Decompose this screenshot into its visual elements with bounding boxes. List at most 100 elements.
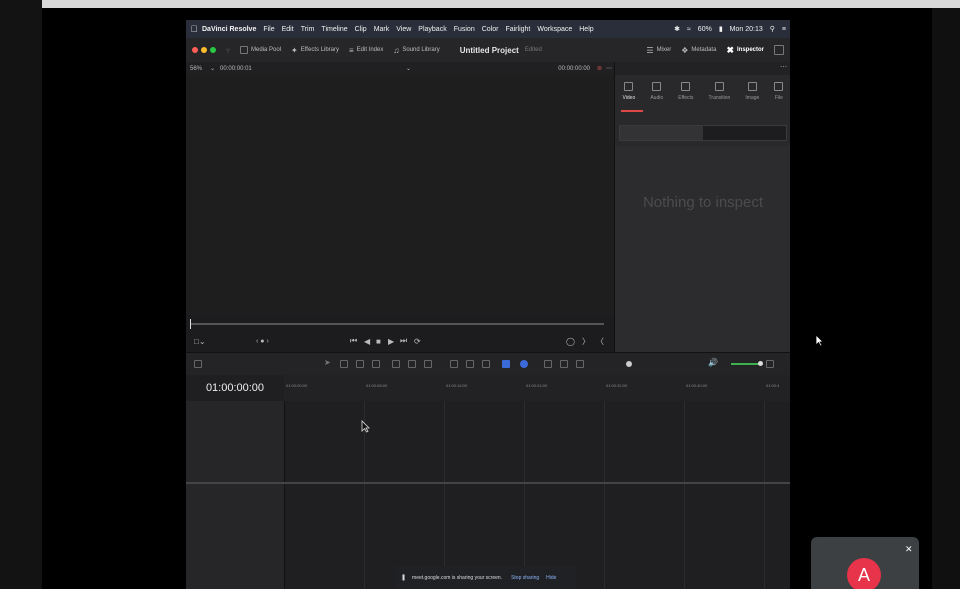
timeline-view-icon[interactable] (194, 360, 202, 368)
menu-workspace[interactable]: Workspace (537, 26, 572, 33)
trim-tool-icon[interactable] (340, 360, 348, 368)
menu-help[interactable]: Help (579, 26, 593, 33)
mark-out-icon[interactable]: 〈 (596, 336, 604, 347)
mixer-button[interactable]: ☰ Mixer (646, 46, 671, 55)
dynamic-trim-icon[interactable] (356, 360, 364, 368)
inspector-more-icon[interactable]: ⋯ (780, 63, 787, 71)
stop-sharing-button[interactable]: Stop sharing (508, 573, 542, 583)
menu-mark[interactable]: Mark (374, 26, 390, 33)
metadata-button[interactable]: ❖ Metadata (681, 46, 716, 55)
playhead[interactable] (190, 319, 191, 329)
battery-icon[interactable]: ▮ (719, 25, 723, 33)
clock[interactable]: Mon 20:13 (730, 26, 763, 33)
zoom-full-icon[interactable] (544, 360, 552, 368)
menu-fairlight[interactable]: Fairlight (505, 26, 530, 33)
effects-library-button[interactable]: ✦ Effects Library (291, 46, 339, 55)
mac-menubar:  DaVinci Resolve File Edit Trim Timelin… (186, 20, 790, 38)
tab-file[interactable]: File (774, 82, 784, 112)
sound-library-button[interactable]: ♫ Sound Library (393, 46, 439, 55)
go-to-start-icon[interactable]: ⏮ (350, 336, 357, 346)
zoom-custom-icon[interactable] (576, 360, 584, 368)
play-icon[interactable]: ▶ (388, 337, 394, 346)
play-reverse-icon[interactable]: ◀ (364, 337, 370, 346)
participant-tile[interactable]: ✕ A (811, 537, 919, 589)
audio-track-header[interactable] (186, 484, 285, 589)
timeline-ruler[interactable]: 01:00:00:00 01:00:08:00 01:00:16:00 01:0… (284, 375, 790, 402)
tab-transition[interactable]: Transition (709, 82, 730, 112)
inspector-button[interactable]: ✖ Inspector (726, 45, 764, 56)
expand-icon[interactable] (774, 45, 784, 55)
media-pool-button[interactable]: Media Pool (240, 46, 281, 54)
clip-dropdown-icon[interactable]: ⌄ (406, 65, 411, 72)
inspector-header: ⋯ (615, 62, 790, 75)
video-track-header[interactable] (186, 401, 285, 482)
minimize-window-button[interactable] (201, 47, 207, 53)
stop-icon[interactable]: ■ (376, 337, 381, 346)
grid-line (684, 484, 685, 589)
jog-control-icon[interactable]: ‹ ● › (256, 338, 269, 345)
control-center-icon[interactable]: ≡ (782, 26, 786, 33)
file-icon (774, 82, 784, 91)
menu-fusion[interactable]: Fusion (454, 26, 475, 33)
selection-pointer-icon[interactable]: ➤ (324, 358, 332, 367)
tab-effects[interactable]: Effects (678, 82, 693, 112)
filter-icon[interactable]: ▿ (226, 46, 230, 55)
menu-clip[interactable]: Clip (355, 26, 367, 33)
tab-video[interactable]: Video (623, 82, 635, 112)
zoom-detail-icon[interactable] (560, 360, 568, 368)
timeline-timecode[interactable]: 01:00:00:00 (186, 375, 284, 401)
lock-icon[interactable] (482, 360, 490, 368)
effects-wand-icon: ✦ (291, 45, 298, 55)
menu-edit[interactable]: Edit (282, 26, 294, 33)
video-viewer[interactable] (186, 75, 614, 315)
metadata-label: Metadata (691, 47, 717, 53)
audio-meter-icon[interactable] (766, 360, 774, 368)
battery-level[interactable]: 60% (698, 26, 712, 33)
menu-view[interactable]: View (396, 26, 411, 33)
apple-icon[interactable]:  (186, 24, 202, 34)
wifi-icon[interactable]: ≈ (687, 26, 691, 33)
match-frame-icon[interactable]: ◯ (566, 337, 575, 346)
flag-icon[interactable] (502, 360, 510, 368)
hide-button[interactable]: Hide (546, 575, 556, 581)
volume-slider[interactable] (731, 363, 759, 365)
blade-tool-icon[interactable] (372, 360, 380, 368)
menu-color[interactable]: Color (482, 26, 499, 33)
tab-image[interactable]: Image (745, 82, 759, 112)
viewer-timecode-right: 00:00:00:00 (558, 65, 590, 72)
ruler-label: 01:00:24:00 (526, 383, 548, 388)
menu-timeline[interactable]: Timeline (321, 26, 347, 33)
menu-playback[interactable]: Playback (418, 26, 446, 33)
insert-clip-icon[interactable] (392, 360, 400, 368)
bluetooth-icon[interactable]: ✱ (674, 25, 680, 33)
ruler-label: 01:00:32:00 (606, 383, 628, 388)
search-icon[interactable]: ⚲ (770, 25, 775, 33)
zoom-level[interactable]: 56% (190, 66, 202, 72)
overwrite-clip-icon[interactable] (408, 360, 416, 368)
marker-icon[interactable] (520, 360, 528, 368)
edit-index-button[interactable]: ≡ Edit Index (349, 46, 383, 55)
menu-trim[interactable]: Trim (301, 26, 315, 33)
video-tracks-area[interactable] (186, 401, 790, 482)
replace-clip-icon[interactable] (424, 360, 432, 368)
tab-audio[interactable]: Audio (650, 82, 663, 112)
mark-in-icon[interactable]: 〉 (582, 336, 590, 347)
more-icon[interactable]: ⋯ (606, 65, 612, 72)
scrubber-bar[interactable] (190, 323, 604, 325)
menu-app-name[interactable]: DaVinci Resolve (202, 26, 256, 33)
record-icon[interactable]: ⊚ (597, 65, 602, 72)
loop-icon[interactable]: ⟳ (414, 337, 421, 346)
close-window-button[interactable] (192, 47, 198, 53)
chevron-down-icon[interactable]: ⌄ (210, 65, 215, 72)
zoom-slider-knob[interactable] (626, 361, 632, 367)
zoom-window-button[interactable] (210, 47, 216, 53)
view-options-icon[interactable]: □⌄ (194, 337, 206, 346)
menu-file[interactable]: File (263, 26, 274, 33)
volume-knob[interactable] (758, 361, 763, 366)
speaker-icon[interactable]: 🔊 (708, 358, 718, 367)
go-to-end-icon[interactable]: ⏭ (400, 336, 407, 346)
linked-selection-icon[interactable] (466, 360, 474, 368)
snapping-icon[interactable] (450, 360, 458, 368)
inspector-label: Inspector (736, 47, 764, 53)
inspector-field[interactable] (619, 125, 787, 141)
